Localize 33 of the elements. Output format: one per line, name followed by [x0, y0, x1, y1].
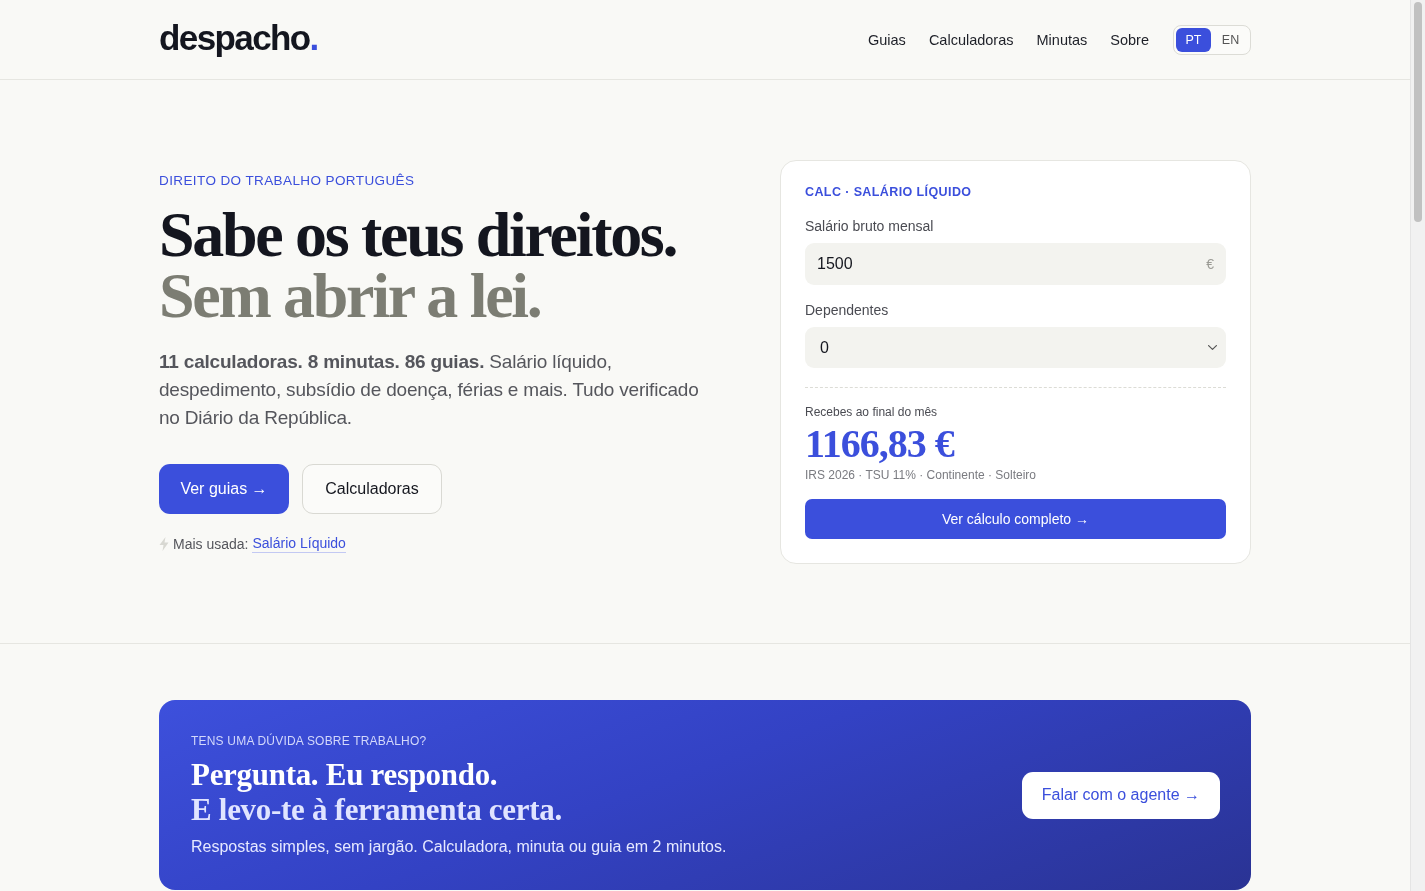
- scrollbar[interactable]: [1410, 0, 1425, 891]
- full-calculation-button[interactable]: Ver cálculo completo →: [805, 499, 1226, 539]
- logo[interactable]: despacho.: [159, 20, 318, 59]
- nav-link[interactable]: Guias: [868, 31, 906, 48]
- agent-button[interactable]: Falar com o agente →: [1021, 771, 1220, 819]
- chevron-down-icon: [1208, 345, 1217, 350]
- lightning-icon: [159, 536, 169, 551]
- calculators-button[interactable]: Calculadoras: [302, 463, 442, 514]
- nav-link[interactable]: Minutas: [1036, 31, 1088, 48]
- banner-description: Respostas simples, sem jargão. Calculadora, minuta ou guia em 2 minutos.: [191, 837, 727, 857]
- result-label: Recebes ao final do mês: [805, 404, 939, 420]
- euro-suffix: €: [1206, 256, 1214, 272]
- field-label: Dependentes: [805, 301, 890, 319]
- nav-link[interactable]: Calculadoras: [928, 31, 1014, 48]
- hero-title-line: Sem abrir a lei.: [159, 264, 541, 326]
- guides-button[interactable]: Ver guias →: [159, 463, 289, 514]
- result-note: IRS 2026 · TSU 11% · Continente · Solteiro: [805, 467, 1037, 483]
- nav-link[interactable]: Sobre: [1110, 31, 1149, 48]
- banner-title-line: E levo-te à ferramenta certa.: [191, 792, 562, 827]
- dependents-select[interactable]: 0: [805, 327, 1226, 368]
- language-option[interactable]: EN: [1213, 27, 1248, 52]
- result-value: 1166,83 €: [805, 423, 956, 465]
- scrollbar-thumb[interactable]: [1414, 2, 1422, 222]
- hero-description: 11 calculadoras. 8 minutas. 86 guias. Salário líquido, despedimento, subsídio de doença, férias e mais. Tudo verificado no Diário da República.: [159, 349, 700, 430]
- most-used-label: Mais usada:: [173, 535, 249, 552]
- banner-title-line: Pergunta. Eu respondo.: [191, 757, 498, 792]
- banner-eyebrow: TENS UMA DÚVIDA SOBRE TRABALHO?: [191, 733, 428, 749]
- hero-eyebrow: DIREITO DO TRABALHO PORTUGUÊS: [159, 171, 416, 190]
- calculator-eyebrow: CALC · SALÁRIO LÍQUIDO: [805, 183, 973, 201]
- hero-title-line: Sabe os teus direitos.: [159, 203, 677, 265]
- field-label: Salário bruto mensal: [805, 217, 935, 235]
- most-used-link[interactable]: Salário Líquido: [252, 534, 346, 553]
- language-option[interactable]: PT: [1176, 27, 1211, 52]
